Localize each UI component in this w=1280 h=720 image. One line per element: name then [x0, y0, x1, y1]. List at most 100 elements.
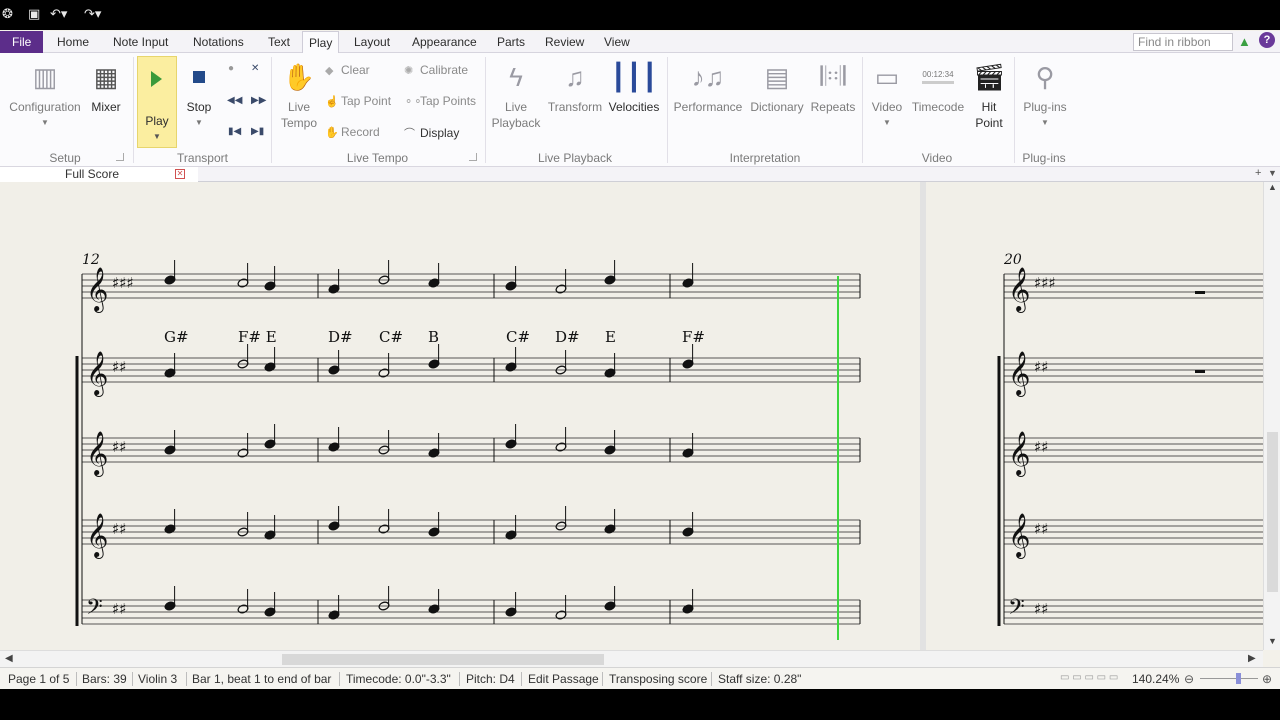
tab-parts[interactable]: Parts	[491, 31, 531, 53]
tab-notations[interactable]: Notations	[187, 31, 250, 53]
clear-button[interactable]: ◆ Clear	[325, 63, 370, 77]
live-tempo-launcher-icon[interactable]	[469, 153, 477, 161]
tab-note-input[interactable]: Note Input	[107, 31, 174, 53]
display-button[interactable]: ⌒ Display	[404, 125, 459, 141]
zoom-slider[interactable]	[1200, 678, 1258, 679]
tab-menu-icon[interactable]: ▼	[1268, 168, 1277, 178]
go-to-start-icon[interactable]: ▮◀	[228, 126, 241, 137]
page-gap	[920, 182, 926, 650]
chord-symbol[interactable]: D#	[328, 328, 353, 346]
chord-symbol[interactable]: E	[605, 328, 616, 346]
ribbon-collapse-icon[interactable]: ▲	[1238, 34, 1251, 49]
record-button[interactable]: ✋ Record	[325, 125, 380, 139]
live-playback-button[interactable]: ϟ Live Playback	[490, 55, 542, 131]
chord-symbol[interactable]: B	[428, 328, 439, 346]
chord-symbol[interactable]: F# E	[238, 328, 277, 346]
chord-symbol[interactable]: C#	[379, 328, 403, 346]
vertical-scroll-thumb[interactable]	[1267, 432, 1278, 592]
tab-play[interactable]: Play	[302, 31, 340, 54]
score-canvas[interactable]: 12 20 G# F# E D# C# B C# D# E F# 𝄞 ♯♯♯ 𝄞 ♯♯…	[0, 182, 1263, 650]
scroll-down-icon[interactable]: ▼	[1268, 636, 1277, 646]
live-tempo-button[interactable]: ✋ Live Tempo	[278, 55, 320, 131]
plugins-button[interactable]: ⚲ Plug-ins ▼	[1019, 55, 1071, 131]
play-icon	[151, 71, 162, 87]
live-tempo-group-label: Live Tempo	[346, 151, 409, 165]
mixer-icon: ▦	[93, 61, 119, 92]
vertical-scrollbar[interactable]: ▲ ▼	[1263, 182, 1280, 650]
treble-clef: 𝄞	[86, 513, 108, 559]
close-tab-icon[interactable]: ✕	[175, 169, 185, 179]
lightning-icon: ϟ	[509, 61, 523, 92]
tab-home[interactable]: Home	[51, 31, 95, 53]
play-button[interactable]: Play ▼	[137, 56, 177, 148]
horizontal-scrollbar[interactable]: ◀ ▶	[0, 650, 1263, 667]
horizontal-scroll-thumb[interactable]	[282, 654, 604, 665]
status-zoom[interactable]: 140.24%	[1132, 672, 1179, 686]
scroll-left-icon[interactable]: ◀	[5, 653, 13, 664]
dropdown-arrow-icon: ▼	[195, 118, 203, 127]
scroll-right-icon[interactable]: ▶	[1248, 653, 1256, 664]
key-signature: ♯♯	[112, 358, 127, 376]
fast-forward-icon[interactable]: ▶▶	[251, 95, 266, 106]
zoom-in-icon[interactable]: ⊕	[1262, 672, 1272, 686]
status-transposing[interactable]: Transposing score	[609, 672, 707, 686]
configuration-button[interactable]: ▥ Configuration ▼	[6, 55, 84, 131]
setup-launcher-icon[interactable]	[116, 153, 124, 161]
tab-file[interactable]: File	[0, 31, 44, 53]
dictionary-button[interactable]: ▤ Dictionary	[747, 55, 807, 115]
status-bars: Bars: 39	[82, 672, 127, 686]
zoom-slider-thumb[interactable]	[1236, 673, 1241, 684]
transform-button[interactable]: ♫ Transform	[546, 55, 604, 115]
redo-icon[interactable]: ↷▾	[84, 7, 101, 22]
key-signature: ♯♯	[1034, 520, 1049, 538]
tab-review[interactable]: Review	[539, 31, 590, 53]
undo-icon[interactable]: ↶▾	[50, 7, 67, 22]
app-logo-icon[interactable]: ❂	[2, 7, 13, 22]
calibrate-button[interactable]: ✺ Calibrate	[404, 63, 468, 77]
tap-points-button[interactable]: ⚬⚬Tap Points	[404, 94, 476, 108]
tap-point-button[interactable]: ☝ Tap Point	[325, 94, 391, 108]
key-signature: ♯♯♯	[112, 274, 134, 292]
tab-view[interactable]: View	[598, 31, 636, 53]
scroll-up-icon[interactable]: ▲	[1268, 182, 1277, 192]
hand-icon: ✋	[282, 61, 316, 92]
bar-number-12: 12	[82, 252, 100, 268]
plug-icon: ⚲	[1035, 61, 1055, 92]
performance-button[interactable]: ♪♫ Performance	[672, 55, 744, 115]
interpretation-group-label: Interpretation	[729, 151, 801, 165]
status-staff-size: Staff size: 0.28"	[718, 672, 802, 686]
mixer-button[interactable]: ▦ Mixer	[88, 55, 124, 115]
repeats-button[interactable]: 𝄆𝄇 Repeats	[809, 55, 857, 115]
chord-symbol[interactable]: F#	[682, 328, 705, 346]
dropdown-arrow-icon: ▼	[153, 132, 161, 141]
ribbon-search-input[interactable]: Find in ribbon	[1133, 33, 1233, 51]
velocities-button[interactable]: ┃┃┃ Velocities	[607, 55, 661, 115]
score-view[interactable]: 12 20 G# F# E D# C# B C# D# E F# 𝄞 ♯♯♯𝄞 ♯♯…	[0, 182, 1263, 650]
stop-button[interactable]: Stop ▼	[182, 55, 216, 131]
save-icon[interactable]: ▣	[28, 7, 40, 22]
chord-symbol[interactable]: C#	[506, 328, 530, 346]
tab-layout[interactable]: Layout	[348, 31, 396, 53]
hit-point-button[interactable]: 🎬︎ Hit Point	[968, 55, 1010, 131]
full-score-tab[interactable]: Full Score ✕	[0, 167, 198, 182]
zoom-out-icon[interactable]: ⊖	[1184, 672, 1194, 686]
status-page[interactable]: Page 1 of 5	[8, 672, 69, 686]
tab-text[interactable]: Text	[262, 31, 296, 53]
tap-points-icon: ⚬⚬	[404, 96, 423, 108]
eraser-icon: ◆	[325, 65, 334, 77]
help-icon[interactable]: ?	[1259, 32, 1275, 48]
video-button[interactable]: ▭ Video ▼	[867, 55, 907, 131]
move-playback-line-icon[interactable]: ✕	[251, 63, 259, 74]
new-tab-icon[interactable]: +	[1255, 167, 1261, 179]
key-signature: ♯♯	[112, 438, 127, 456]
chord-symbol[interactable]: G#	[164, 328, 189, 346]
go-to-end-icon[interactable]: ▶▮	[251, 126, 264, 137]
bass-clef: 𝄢	[1008, 595, 1025, 625]
view-mode-icons[interactable]: ▭ ▭ ▭ ▭ ▭	[1060, 672, 1118, 683]
record-icon[interactable]: ●	[228, 63, 234, 74]
tab-appearance[interactable]: Appearance	[406, 31, 483, 53]
chord-symbol[interactable]: D#	[555, 328, 580, 346]
timecode-button[interactable]: 00:12:34 Timecode	[908, 55, 968, 115]
key-signature: ♯♯	[1034, 438, 1049, 456]
rewind-icon[interactable]: ◀◀	[227, 95, 242, 106]
